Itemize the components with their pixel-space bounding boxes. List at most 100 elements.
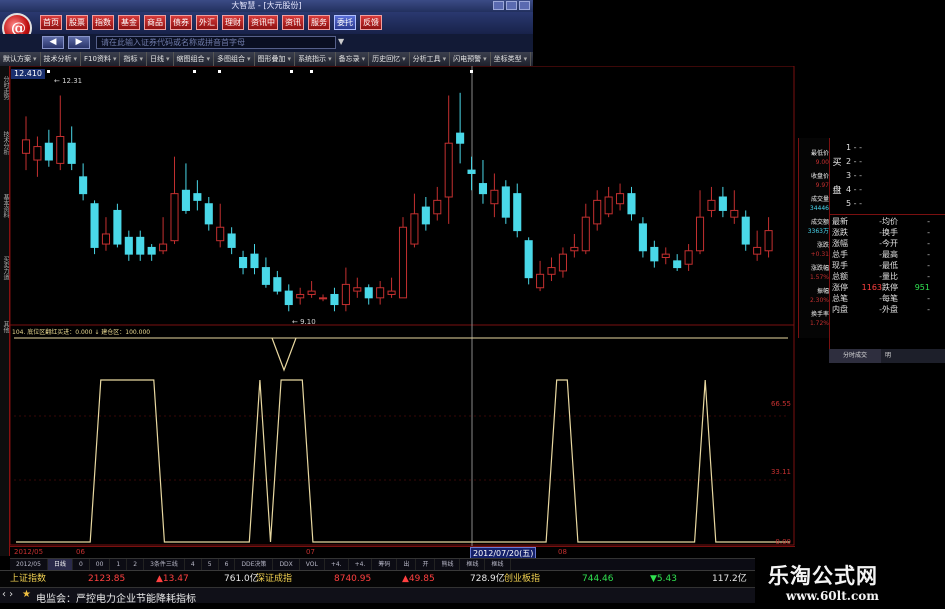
quote-value: - <box>879 272 882 281</box>
close-button[interactable] <box>519 1 530 10</box>
quote-value: - <box>927 294 930 303</box>
ticker-text[interactable]: 电监会：严控电力企业节能降耗指标 <box>36 590 196 605</box>
minimize-button[interactable] <box>493 1 504 10</box>
toolbar-item[interactable]: 分析工具 ▾ <box>410 52 451 66</box>
indicator-tab[interactable]: +4. <box>349 559 373 570</box>
forward-button[interactable]: ▶ <box>68 36 90 49</box>
news-ticker[interactable]: ‹ › ★ 电监会：严控电力企业节能降耗指标 <box>0 587 755 605</box>
indicator-tab[interactable]: 4 <box>185 559 202 570</box>
toolbar-item-label: 分析工具 <box>412 55 441 63</box>
menu-item[interactable]: 委托 <box>334 15 356 30</box>
indicator-tab[interactable]: DDE决策 <box>235 559 274 570</box>
order-book-level[interactable]: 2 - - <box>846 156 945 167</box>
toolbar-item[interactable]: 日线 ▾ <box>147 52 174 66</box>
candle-body <box>490 189 499 205</box>
toolbar-item-label: 系统指示 <box>298 55 327 63</box>
menu-item[interactable]: 股票 <box>66 15 88 30</box>
candle-body <box>604 196 613 215</box>
left-tab[interactable]: 买卖力道 <box>1 256 9 280</box>
menu-item[interactable]: 反馈 <box>360 15 382 30</box>
index-name-cy[interactable]: 创业板指 <box>504 573 540 585</box>
menu-item[interactable]: 指数 <box>92 15 114 30</box>
quote-tabs: 分时成交明 <box>829 349 945 363</box>
app-window: 大智慧 - [大元股份] @ 首页 股票 指数 基金 商品 债券 外汇 理财 资讯中 资讯 服务 委托… <box>0 0 945 609</box>
quote-value: - <box>927 250 930 259</box>
toolbar-item-label: F10资料 <box>84 55 111 63</box>
order-book-level[interactable]: 5 - - <box>846 198 945 209</box>
watermark-url: www.60lt.com <box>786 589 879 603</box>
indicator-tab[interactable]: 出 <box>397 559 417 570</box>
menu-item[interactable]: 商品 <box>144 15 166 30</box>
indicator-tab[interactable]: 开 <box>416 559 436 570</box>
menu-item[interactable]: 债券 <box>170 15 192 30</box>
candle-body <box>741 216 750 245</box>
indicator-tab[interactable]: 2 <box>127 559 145 570</box>
order-book-level[interactable]: 1 - - <box>846 142 945 153</box>
candle-body <box>616 193 625 205</box>
candle-body <box>467 169 476 174</box>
indicator-tab[interactable]: 00 <box>90 559 111 570</box>
indicator-tab[interactable]: 框线 <box>460 559 486 570</box>
indicator-tab[interactable]: 3条件三线 <box>144 559 185 570</box>
back-button[interactable]: ◀ <box>42 36 64 49</box>
left-tab[interactable]: 分时走势 <box>1 76 9 100</box>
toolbar-item[interactable]: 指标 ▾ <box>120 52 147 66</box>
indicator-tab[interactable]: 筹码 <box>372 559 398 570</box>
quote-tab[interactable]: 明 <box>881 349 895 363</box>
ticker-arrows-icon[interactable]: ‹ › <box>2 589 13 600</box>
chart-area[interactable]: ← 12.31 ← 9.10 66.55 33.11 0.00 <box>10 66 795 546</box>
candle-body <box>638 223 647 252</box>
menu-item[interactable]: 首页 <box>40 15 62 30</box>
quote-row: 涨停 1163跌停 951 <box>832 282 932 293</box>
toolbar-item[interactable]: 技术分析 ▾ <box>41 52 82 66</box>
order-book-level[interactable]: 3 - - <box>846 170 945 181</box>
indicator-tab[interactable]: 0 <box>73 559 90 570</box>
toolbar-item[interactable]: 闪电预警 ▾ <box>450 52 491 66</box>
quote-value: - <box>927 239 930 248</box>
indicator-tab[interactable]: +4. <box>325 559 349 570</box>
indicator-tab[interactable]: VOL <box>300 559 325 570</box>
search-input[interactable]: 请在此输入证券代码或名称或拼音首字母 <box>96 36 336 49</box>
indicator-tab[interactable]: 熊线 <box>435 559 461 570</box>
toolbar-item[interactable]: 多图组合 ▾ <box>214 52 255 66</box>
left-vertical-tabs: 分时走势技术分析基本资料买卖力道其他 <box>0 66 10 556</box>
menu-item[interactable]: 服务 <box>308 15 330 30</box>
candle-body <box>421 206 430 225</box>
menu-item[interactable]: 资讯 <box>282 15 304 30</box>
menu-item[interactable]: 外汇 <box>196 15 218 30</box>
candle-body <box>627 193 636 215</box>
toolbar-item[interactable]: 图形叠加 ▾ <box>255 52 296 66</box>
kline-chart[interactable]: ← 12.31 ← 9.10 66.55 33.11 0.00 <box>10 66 795 546</box>
menu-item[interactable]: 理财 <box>222 15 244 30</box>
quote-row: 总额 -量比 - <box>832 271 932 282</box>
quote-tab[interactable]: 分时成交 <box>829 349 882 363</box>
indicator-tab[interactable]: 2012/05 <box>10 559 48 570</box>
indicator-tab[interactable]: 5 <box>202 559 219 570</box>
index-name-sz[interactable]: 深证成指 <box>256 573 292 585</box>
indicator-tab[interactable]: 6 <box>219 559 236 570</box>
toolbar-item[interactable]: 系统指示 ▾ <box>295 52 336 66</box>
toolbar-item[interactable]: 坐标类型 ▾ <box>491 52 532 66</box>
indicator-tab[interactable]: 1 <box>110 559 128 570</box>
quote-value: - <box>879 239 882 248</box>
indicator-tab[interactable]: 日线 <box>47 559 73 570</box>
maximize-button[interactable] <box>506 1 517 10</box>
stat-label: 最低价 <box>810 150 829 157</box>
menu-item[interactable]: 资讯中 <box>248 15 278 30</box>
menu-item[interactable]: 基金 <box>118 15 140 30</box>
toolbar-item[interactable]: 备忘录 ▾ <box>336 52 370 66</box>
index-name-sh[interactable]: 上证指数 <box>10 573 46 585</box>
indicator-tab[interactable]: DDX <box>273 559 300 570</box>
toolbar-item[interactable]: F10资料 ▾ <box>81 52 121 66</box>
search-dropdown-icon[interactable]: ▼ <box>338 37 344 46</box>
candle-body <box>513 193 522 232</box>
toolbar-item[interactable]: 历史回忆 ▾ <box>369 52 410 66</box>
left-tab[interactable]: 基本资料 <box>1 194 9 218</box>
toolbar-item[interactable]: 默认方案 ▾ <box>0 52 41 66</box>
left-tab[interactable]: 技术分析 <box>1 131 9 155</box>
left-tab[interactable]: 其他 <box>1 321 9 333</box>
indicator-tab[interactable]: 框线 <box>485 559 511 570</box>
order-book-level[interactable]: 4 - - <box>846 184 945 195</box>
candle-body <box>307 290 316 295</box>
toolbar-item[interactable]: 缩图组合 ▾ <box>174 52 215 66</box>
